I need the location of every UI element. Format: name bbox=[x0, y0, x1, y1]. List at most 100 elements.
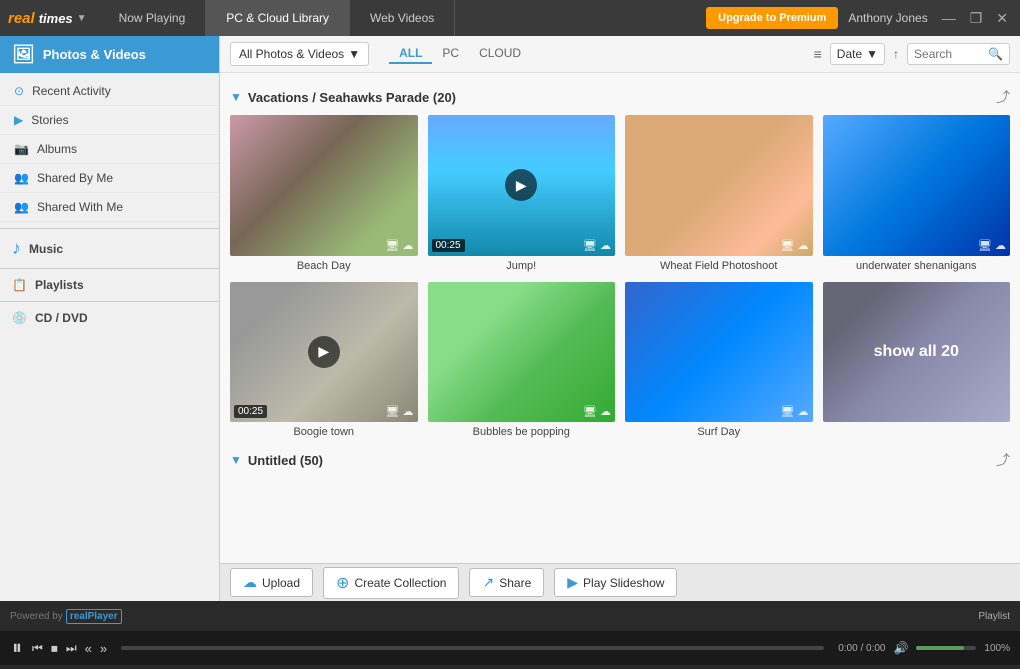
collection-share-icon[interactable]: ⤴ bbox=[996, 87, 1010, 107]
progress-bar[interactable] bbox=[121, 646, 824, 650]
play-button-boogie[interactable]: ▶ bbox=[308, 336, 340, 368]
collection-share-untitled-icon[interactable]: ⤴ bbox=[996, 450, 1010, 470]
search-icon[interactable]: 🔍 bbox=[988, 47, 1003, 61]
volume-icon: 🔊 bbox=[893, 641, 908, 655]
media-grid-vacations: 🖥 ☁ Beach Day ▶ 00:25 🖥 ☁ bbox=[230, 115, 1010, 438]
volume-bar[interactable] bbox=[916, 646, 976, 650]
media-thumb-wheat-field: 🖥 ☁ bbox=[625, 115, 813, 256]
sort-label: Date bbox=[837, 47, 862, 61]
media-item-boogie-town[interactable]: ▶ 00:25 🖥 ☁ Boogie town bbox=[230, 282, 418, 439]
main-area: 🖼 Photos & Videos ⊙ Recent Activity ▶ St… bbox=[0, 36, 1020, 601]
show-all-text: show all 20 bbox=[874, 343, 959, 361]
powered-by-area: Powered by realPlayer bbox=[10, 609, 122, 624]
create-collection-icon: ⊕ bbox=[336, 573, 349, 593]
shared-with-me-icon: 👥 bbox=[14, 200, 29, 214]
list-view-icon[interactable]: ≡ bbox=[814, 46, 822, 62]
sidebar-item-shared-by-me[interactable]: 👥 Shared By Me bbox=[0, 164, 219, 193]
minimize-button[interactable]: — bbox=[938, 8, 960, 29]
media-thumb-beach-day: 🖥 ☁ bbox=[230, 115, 418, 256]
filter-dropdown[interactable]: All Photos & Videos ▼ bbox=[230, 42, 369, 66]
prev-start-button[interactable]: ⏮ bbox=[32, 641, 43, 656]
stories-label: Stories bbox=[31, 113, 68, 127]
albums-label: Albums bbox=[37, 142, 77, 156]
create-collection-button[interactable]: ⊕ Create Collection bbox=[323, 567, 459, 599]
media-label-underwater: underwater shenanigans bbox=[856, 260, 976, 272]
cd-dvd-label: CD / DVD bbox=[35, 311, 88, 325]
duration-boogie: 00:25 bbox=[234, 405, 267, 418]
app-logo[interactable]: realtimes ▼ bbox=[8, 10, 87, 27]
cloud-icon-2: ☁ bbox=[600, 239, 611, 252]
media-item-underwater[interactable]: 🖥 ☁ underwater shenanigans bbox=[823, 115, 1011, 272]
collection-toggle-untitled-icon[interactable]: ▼ bbox=[230, 453, 242, 467]
volume-fill bbox=[916, 646, 964, 650]
collection-toggle-icon[interactable]: ▼ bbox=[230, 90, 242, 104]
forward-button[interactable]: » bbox=[100, 641, 107, 656]
shared-by-me-label: Shared By Me bbox=[37, 171, 113, 185]
search-input[interactable] bbox=[914, 47, 984, 61]
play-button-jump[interactable]: ▶ bbox=[505, 169, 537, 201]
screen-icon-2: 🖥 bbox=[583, 239, 597, 252]
sidebar-item-playlists[interactable]: 📋 Playlists bbox=[0, 271, 219, 299]
view-tab-cloud[interactable]: CLOUD bbox=[469, 44, 531, 64]
tab-now-playing[interactable]: Now Playing bbox=[99, 0, 207, 36]
sidebar-divider-3 bbox=[0, 301, 219, 302]
stories-icon: ▶ bbox=[14, 113, 23, 127]
play-slideshow-button[interactable]: ▶ Play Slideshow bbox=[554, 568, 677, 597]
media-item-surf-day[interactable]: 🖥 ☁ Surf Day bbox=[625, 282, 813, 439]
cloud-icon-3: ☁ bbox=[798, 239, 809, 252]
sidebar-item-recent-activity[interactable]: ⊙ Recent Activity bbox=[0, 77, 219, 106]
screen-icon-3: 🖥 bbox=[781, 239, 795, 252]
media-thumb-underwater: 🖥 ☁ bbox=[823, 115, 1011, 256]
cloud-icon: ☁ bbox=[403, 239, 414, 252]
music-icon: ♪ bbox=[12, 238, 21, 259]
recent-activity-label: Recent Activity bbox=[32, 84, 111, 98]
tab-web-videos[interactable]: Web Videos bbox=[350, 0, 455, 36]
media-item-show-all[interactable]: show all 20 bbox=[823, 282, 1011, 439]
screen-icon-7: 🖥 bbox=[781, 405, 795, 418]
media-thumb-surf-day: 🖥 ☁ bbox=[625, 282, 813, 423]
sidebar-item-albums[interactable]: 📷 Albums bbox=[0, 135, 219, 164]
media-item-beach-day[interactable]: 🖥 ☁ Beach Day bbox=[230, 115, 418, 272]
sort-direction-icon[interactable]: ↑ bbox=[893, 47, 899, 61]
sidebar-divider-2 bbox=[0, 268, 219, 269]
volume-percent: 100% bbox=[984, 643, 1010, 654]
playlists-label: Playlists bbox=[35, 278, 84, 292]
media-item-bubbles[interactable]: 🖥 ☁ Bubbles be popping bbox=[428, 282, 616, 439]
filter-arrow-icon: ▼ bbox=[348, 47, 360, 61]
media-item-wheat-field[interactable]: 🖥 ☁ Wheat Field Photoshoot bbox=[625, 115, 813, 272]
next-end-button[interactable]: ⏭ bbox=[66, 641, 77, 656]
window-controls: — ❐ ✕ bbox=[938, 8, 1012, 29]
albums-icon: 📷 bbox=[14, 142, 29, 156]
screen-icon-5: 🖥 bbox=[386, 405, 400, 418]
screen-icon-4: 🖥 bbox=[978, 239, 992, 252]
close-button[interactable]: ✕ bbox=[992, 8, 1012, 29]
collection-title-untitled: Untitled (50) bbox=[248, 453, 323, 468]
sidebar-item-stories[interactable]: ▶ Stories bbox=[0, 106, 219, 135]
media-item-jump[interactable]: ▶ 00:25 🖥 ☁ Jump! bbox=[428, 115, 616, 272]
sidebar-item-shared-with-me[interactable]: 👥 Shared With Me bbox=[0, 193, 219, 222]
stop-button[interactable]: ⏹ bbox=[51, 640, 58, 657]
play-pause-button[interactable]: ⏸ bbox=[10, 635, 24, 662]
cloud-icon-6: ☁ bbox=[600, 405, 611, 418]
content-area: All Photos & Videos ▼ ALL PC CLOUD ≡ Dat… bbox=[220, 36, 1020, 601]
upload-icon: ☁ bbox=[243, 574, 257, 591]
view-tab-pc[interactable]: PC bbox=[432, 44, 469, 64]
restore-button[interactable]: ❐ bbox=[966, 8, 987, 29]
sidebar-item-music[interactable]: ♪ Music bbox=[0, 231, 219, 266]
sidebar-header-photos-videos[interactable]: 🖼 Photos & Videos bbox=[0, 36, 219, 73]
duration-jump: 00:25 bbox=[432, 239, 465, 252]
cloud-icon-4: ☁ bbox=[995, 239, 1006, 252]
view-tab-all[interactable]: ALL bbox=[389, 44, 432, 64]
playback-bar: ⏸ ⏮ ⏹ ⏭ « » 0:00 / 0:00 🔊 100% bbox=[0, 631, 1020, 665]
share-button[interactable]: ↗ Share bbox=[469, 568, 544, 597]
logo-dropdown-icon[interactable]: ▼ bbox=[77, 13, 87, 24]
rewind-button[interactable]: « bbox=[85, 641, 92, 656]
sidebar-item-cd-dvd[interactable]: 💿 CD / DVD bbox=[0, 304, 219, 332]
sidebar-divider-1 bbox=[0, 228, 219, 229]
upload-button[interactable]: ☁ Upload bbox=[230, 568, 313, 597]
screen-icon: 🖥 bbox=[386, 239, 400, 252]
upgrade-button[interactable]: Upgrade to Premium bbox=[706, 7, 838, 29]
playlist-button[interactable]: Playlist bbox=[978, 611, 1010, 622]
sort-dropdown[interactable]: Date ▼ bbox=[830, 43, 885, 65]
tab-pc-cloud-library[interactable]: PC & Cloud Library bbox=[206, 0, 350, 36]
